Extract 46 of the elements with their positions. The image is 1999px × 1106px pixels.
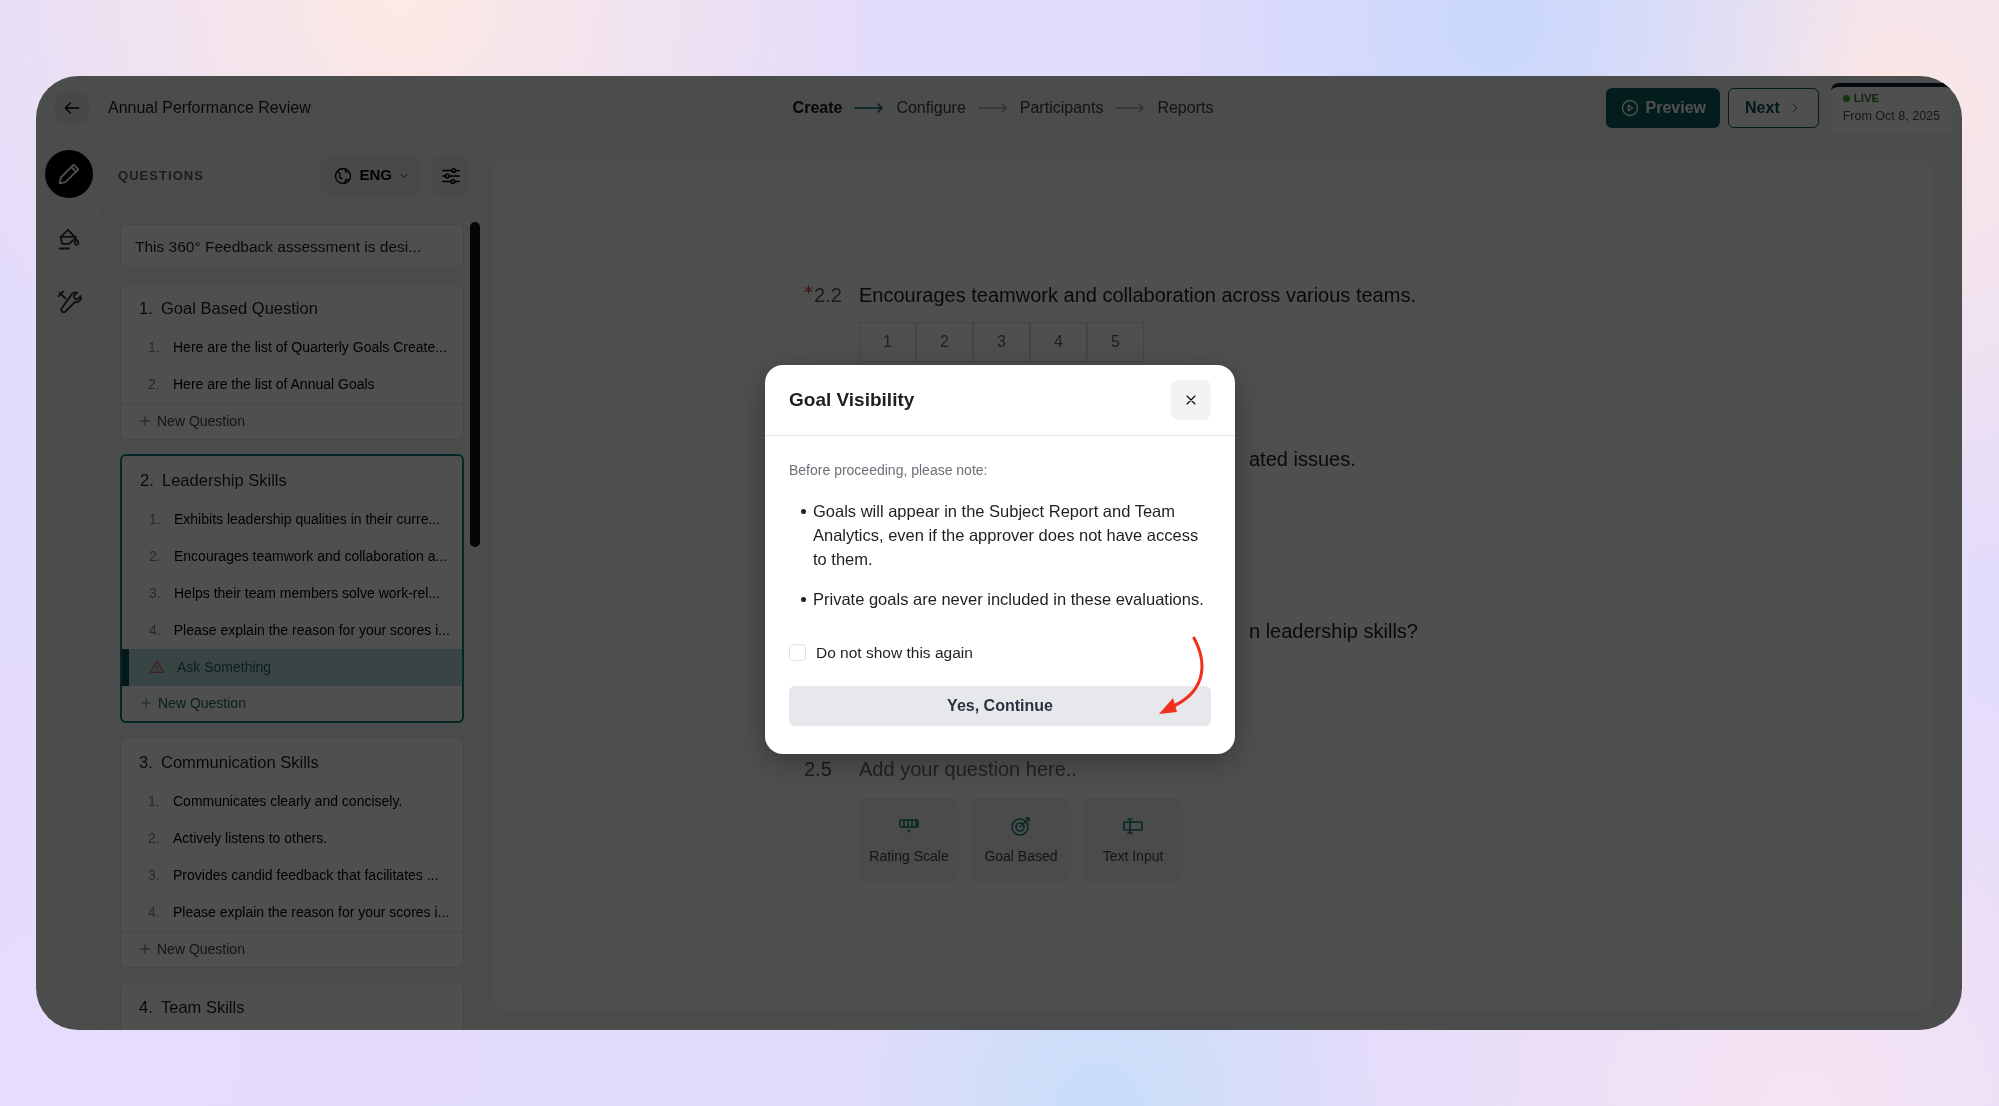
question-text: n leadership skills?	[1249, 619, 1418, 644]
step-arrow-icon	[1115, 103, 1146, 113]
dialog-point: Goals will appear in the Subject Report and Team Analytics, even if the approver does not have access to them.	[813, 501, 1200, 570]
continue-button[interactable]: Yes, Continue	[789, 686, 1211, 727]
section-title: 1. Goal Based Question	[138, 298, 319, 320]
scrollbar-thumb[interactable]	[470, 222, 480, 547]
warning-icon	[149, 659, 165, 676]
checkbox[interactable]	[789, 644, 806, 662]
section-card[interactable]	[120, 454, 464, 723]
next-button[interactable]: Next	[1728, 88, 1819, 128]
section-title: 2. Leadership Skills	[139, 470, 288, 491]
play-icon	[1619, 98, 1640, 118]
back-button[interactable]	[54, 90, 90, 126]
preview-button[interactable]: Preview	[1605, 88, 1721, 128]
close-button[interactable]	[1171, 380, 1211, 420]
dialog-point: Private goals are never included in these evaluations.	[813, 589, 1204, 610]
globe-icon	[333, 165, 354, 186]
target-icon	[1009, 814, 1033, 838]
dialog-title: Goal Visibility	[789, 388, 915, 412]
new-question-button[interactable]: New Question	[122, 685, 462, 721]
bullet-icon	[801, 509, 806, 514]
section-card[interactable]: 4. Team Skills	[120, 981, 464, 1030]
required-asterisk-icon	[804, 285, 813, 294]
step-tab[interactable]: Participants	[1019, 96, 1104, 120]
new-question-button[interactable]: New Question	[121, 930, 463, 967]
plus-icon	[139, 415, 151, 427]
status-date: From Oct 8, 2025	[1842, 108, 1940, 126]
question-text: ated issues.	[1249, 447, 1356, 472]
step-arrow-icon	[854, 103, 885, 113]
plus-icon	[139, 942, 151, 955]
step-tab[interactable]: Configure	[896, 96, 966, 120]
step-tab[interactable]: Create	[792, 96, 843, 120]
plus-icon	[140, 696, 152, 709]
step-arrow-icon	[977, 103, 1008, 113]
checkbox-label[interactable]: Do not show this again	[816, 641, 973, 665]
status-label: LIVE	[1853, 91, 1880, 106]
question-text: Encourages teamwork and collaboration across various teams.	[859, 283, 1416, 308]
intro-card[interactable]: This 360° Feedback assessment is desi...	[120, 224, 464, 270]
page-title: Annual Performance Review	[108, 98, 311, 118]
status-dot	[1842, 95, 1850, 103]
step-tab[interactable]: Reports	[1157, 96, 1214, 120]
bullet-icon	[801, 597, 806, 602]
dialog-intro: Before proceeding, please note:	[789, 461, 989, 480]
rail-tab[interactable]	[44, 150, 93, 198]
section-title: 3. Communication Skills	[138, 751, 320, 773]
new-question-button[interactable]: New Question	[121, 403, 463, 439]
